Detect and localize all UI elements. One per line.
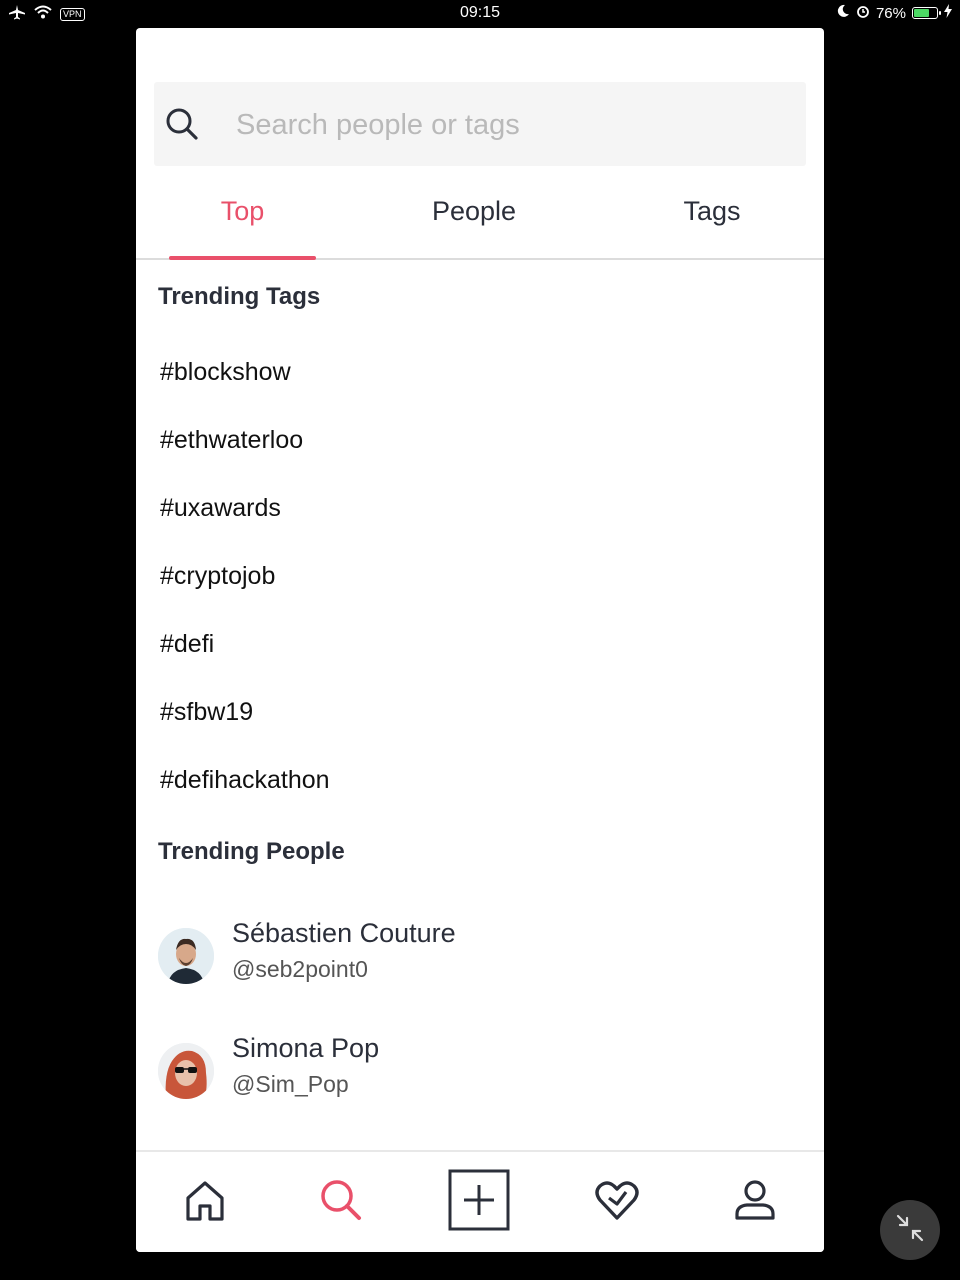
alarm-icon [856, 4, 870, 22]
person-handle: @Sim_Pop [232, 1071, 349, 1097]
profile-icon [733, 1178, 777, 1227]
trending-person[interactable]: Sébastien Couture @seb2point0 [158, 918, 798, 1008]
home-icon [183, 1178, 227, 1227]
search-icon [164, 106, 200, 142]
person-name: Sébastien Couture [232, 918, 456, 948]
search-input[interactable] [234, 96, 798, 154]
status-bar: VPN 09:15 76% [0, 0, 960, 26]
trending-tags-title: Trending Tags [158, 283, 321, 310]
heart-icon [594, 1178, 640, 1227]
trending-person[interactable]: Simona Pop @Sim_Pop [158, 1033, 798, 1123]
bottom-nav [136, 1150, 824, 1252]
moon-icon [836, 4, 850, 22]
trending-tag[interactable]: #cryptojob [160, 562, 275, 591]
person-handle: @seb2point0 [232, 956, 368, 982]
trending-tag[interactable]: #uxawards [160, 494, 281, 523]
nav-search-button[interactable] [311, 1172, 371, 1232]
charging-icon [944, 4, 952, 22]
add-post-icon [448, 1169, 510, 1236]
tab-bar: Top People Tags [136, 178, 824, 260]
shrink-button[interactable] [880, 1200, 940, 1260]
active-tab-indicator [169, 256, 316, 260]
trending-people-title: Trending People [158, 838, 345, 865]
battery-icon [912, 7, 941, 19]
avatar [158, 1043, 214, 1099]
avatar [158, 928, 214, 984]
trending-tag[interactable]: #blockshow [160, 358, 291, 387]
app-window: Top People Tags Trending Tags #blockshow… [136, 28, 824, 1252]
nav-add-post-button[interactable] [448, 1169, 510, 1232]
status-time: 09:15 [459, 4, 501, 21]
trending-tag[interactable]: #ethwaterloo [160, 426, 303, 455]
nav-profile-button[interactable] [725, 1172, 785, 1232]
search-bar[interactable] [154, 82, 806, 166]
battery-percent: 76% [875, 4, 906, 22]
trending-tag[interactable]: #defi [160, 630, 214, 659]
trending-tag[interactable]: #sfbw19 [160, 698, 253, 727]
tab-top[interactable]: Top [169, 178, 316, 258]
person-name: Simona Pop [232, 1033, 380, 1063]
collapse-arrows-icon [895, 1213, 925, 1248]
trending-tag[interactable]: #defihackathon [160, 766, 330, 795]
nav-home-button[interactable] [175, 1172, 235, 1232]
tab-people[interactable]: People [398, 178, 550, 258]
search-icon [318, 1177, 364, 1228]
nav-activity-button[interactable] [587, 1172, 647, 1232]
tab-tags[interactable]: Tags [636, 178, 788, 258]
